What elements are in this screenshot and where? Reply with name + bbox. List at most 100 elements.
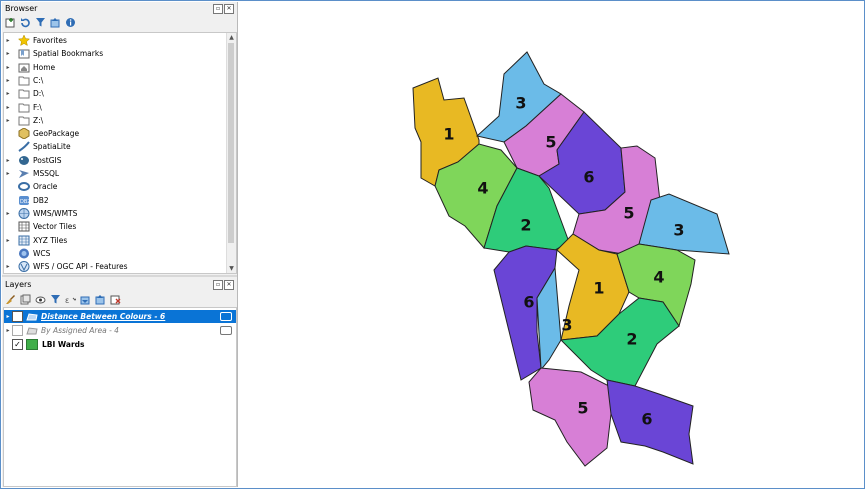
- browser-item[interactable]: ▸ F:\: [4, 101, 42, 114]
- browser-item[interactable]: ▸ MSSQL: [4, 167, 59, 180]
- layers-toolbar: ε: [5, 292, 121, 306]
- expand-arrow-icon[interactable]: ▸: [4, 210, 12, 217]
- visibility-icon[interactable]: [35, 294, 46, 305]
- browser-item-label: WFS / OGC API - Features: [33, 262, 128, 272]
- expand-arrow-icon[interactable]: ▸: [4, 90, 12, 97]
- browser-item[interactable]: Oracle: [4, 180, 57, 193]
- layers-panel-title: Layers: [5, 280, 32, 289]
- browser-panel-controls: ▫ ✕: [213, 4, 234, 14]
- ward-polygon[interactable]: [528, 367, 614, 467]
- layer-indicator-icon[interactable]: [220, 326, 232, 335]
- browser-scrollbar[interactable]: ▲ ▼: [226, 33, 236, 273]
- info-icon[interactable]: [65, 17, 76, 28]
- browser-item[interactable]: ▸ XYZ Tiles: [4, 234, 67, 247]
- postgis-icon: [18, 155, 30, 166]
- ward-label: 1: [443, 125, 454, 144]
- layer-row-distance[interactable]: ▸ ✓ Distance Between Colours - 6: [4, 310, 236, 323]
- expand-arrow-icon[interactable]: ▸: [4, 117, 12, 124]
- browser-item-label: Favorites: [33, 36, 67, 45]
- scroll-up-arrow-icon[interactable]: ▲: [227, 33, 236, 42]
- collapse-all-layers-icon[interactable]: [95, 294, 106, 305]
- wfs-icon: [18, 261, 30, 273]
- expand-arrow-icon[interactable]: ▸: [4, 157, 12, 164]
- filter-legend-icon[interactable]: [50, 294, 61, 305]
- svg-text:ε: ε: [65, 296, 69, 305]
- browser-item-label: GeoPackage: [33, 129, 80, 139]
- style-icon[interactable]: [5, 294, 16, 305]
- expand-arrow-icon[interactable]: ▸: [4, 37, 12, 44]
- browser-item[interactable]: ▸ Favorites: [4, 34, 67, 47]
- add-group-icon[interactable]: [20, 294, 31, 305]
- scroll-down-arrow-icon[interactable]: ▼: [227, 264, 236, 273]
- remove-layer-icon[interactable]: [110, 294, 121, 305]
- browser-item-label: WCS: [33, 248, 51, 258]
- layer-color-swatch[interactable]: [26, 339, 38, 350]
- layer-row-assigned[interactable]: ▸ By Assigned Area - 4: [4, 324, 236, 337]
- browser-toolbar: [5, 15, 76, 29]
- filter-icon[interactable]: [35, 17, 46, 28]
- browser-item[interactable]: SpatiaLite: [4, 140, 71, 153]
- browser-item[interactable]: DB2 DB2: [4, 194, 49, 207]
- expand-arrow-icon[interactable]: ▸: [4, 104, 12, 111]
- xyz-tiles-icon: [18, 235, 30, 246]
- layer-label: By Assigned Area - 4: [41, 326, 119, 335]
- panel-splitter[interactable]: [2, 275, 237, 277]
- browser-item-label: Oracle: [33, 182, 58, 192]
- browser-item-label: PostGIS: [33, 155, 62, 165]
- browser-item[interactable]: GeoPackage: [4, 127, 79, 140]
- ward-label: 3: [561, 316, 572, 335]
- refresh-icon[interactable]: [20, 17, 31, 28]
- layers-panel-controls: ▫ ✕: [213, 280, 234, 290]
- expand-arrow-icon[interactable]: ▸: [4, 64, 12, 71]
- expand-arrow-icon[interactable]: ▸: [4, 263, 12, 270]
- oracle-icon: [18, 181, 30, 192]
- filter-expression-icon[interactable]: ε: [65, 294, 76, 305]
- layer-visibility-checkbox[interactable]: ✓: [12, 311, 23, 322]
- browser-item[interactable]: ▸ Z:\: [4, 114, 43, 127]
- browser-item[interactable]: ▸ WMS/WMTS: [4, 207, 77, 220]
- browser-item[interactable]: ▸ Home: [4, 61, 55, 74]
- expand-arrow-icon[interactable]: ▸: [4, 327, 12, 334]
- folder-icon: [18, 102, 30, 113]
- polygon-layer-icon: [26, 325, 38, 336]
- browser-item[interactable]: ▸ C:\: [4, 74, 43, 87]
- close-panel-icon[interactable]: ✕: [224, 280, 234, 290]
- vector-tiles-icon: [18, 221, 30, 232]
- ward-label: 1: [593, 279, 604, 298]
- browser-item[interactable]: Vector Tiles: [4, 220, 76, 233]
- expand-arrow-icon[interactable]: ▸: [4, 313, 12, 320]
- browser-item[interactable]: WCS: [4, 247, 50, 260]
- close-panel-icon[interactable]: ✕: [224, 4, 234, 14]
- browser-item[interactable]: ▸ Spatial Bookmarks: [4, 47, 103, 60]
- expand-all-icon[interactable]: [80, 294, 91, 305]
- layer-visibility-checkbox[interactable]: ✓: [12, 339, 23, 350]
- browser-item-label: DB2: [33, 195, 49, 205]
- float-panel-icon[interactable]: ▫: [213, 4, 223, 14]
- wcs-icon: [18, 248, 30, 259]
- browser-item-label: C:\: [33, 75, 44, 85]
- expand-arrow-icon[interactable]: ▸: [4, 77, 12, 84]
- float-panel-icon[interactable]: ▫: [213, 280, 223, 290]
- browser-item-label: Home: [33, 62, 56, 72]
- layer-visibility-checkbox[interactable]: [12, 325, 23, 336]
- folder-icon: [18, 115, 30, 126]
- browser-item-label: SpatiaLite: [33, 142, 71, 152]
- ward-label: 5: [623, 204, 634, 223]
- expand-arrow-icon[interactable]: ▸: [4, 170, 12, 177]
- layer-indicator-icon[interactable]: [220, 312, 232, 321]
- browser-item[interactable]: ▸ WFS / OGC API - Features: [4, 260, 128, 273]
- expand-arrow-icon[interactable]: ▸: [4, 237, 12, 244]
- expand-arrow-icon[interactable]: ▸: [4, 50, 12, 57]
- browser-item[interactable]: ▸ D:\: [4, 87, 44, 100]
- add-layer-icon[interactable]: [5, 17, 16, 28]
- polygon-layer-icon: [26, 311, 38, 322]
- map-canvas[interactable]: 1 3 5 4 6 5 2 3 6 1 4 3 2 5 6: [239, 2, 864, 487]
- ward-label: 2: [626, 330, 637, 349]
- scroll-thumb[interactable]: [228, 43, 234, 243]
- browser-item[interactable]: ▸ PostGIS: [4, 154, 61, 167]
- collapse-all-icon[interactable]: [50, 17, 61, 28]
- layer-row-wards[interactable]: ✓ LBI Wards: [4, 338, 236, 351]
- ward-label: 5: [577, 399, 588, 418]
- ward-map[interactable]: 1 3 5 4 6 5 2 3 6 1 4 3 2 5 6: [239, 2, 864, 487]
- browser-panel-title: Browser: [5, 4, 38, 13]
